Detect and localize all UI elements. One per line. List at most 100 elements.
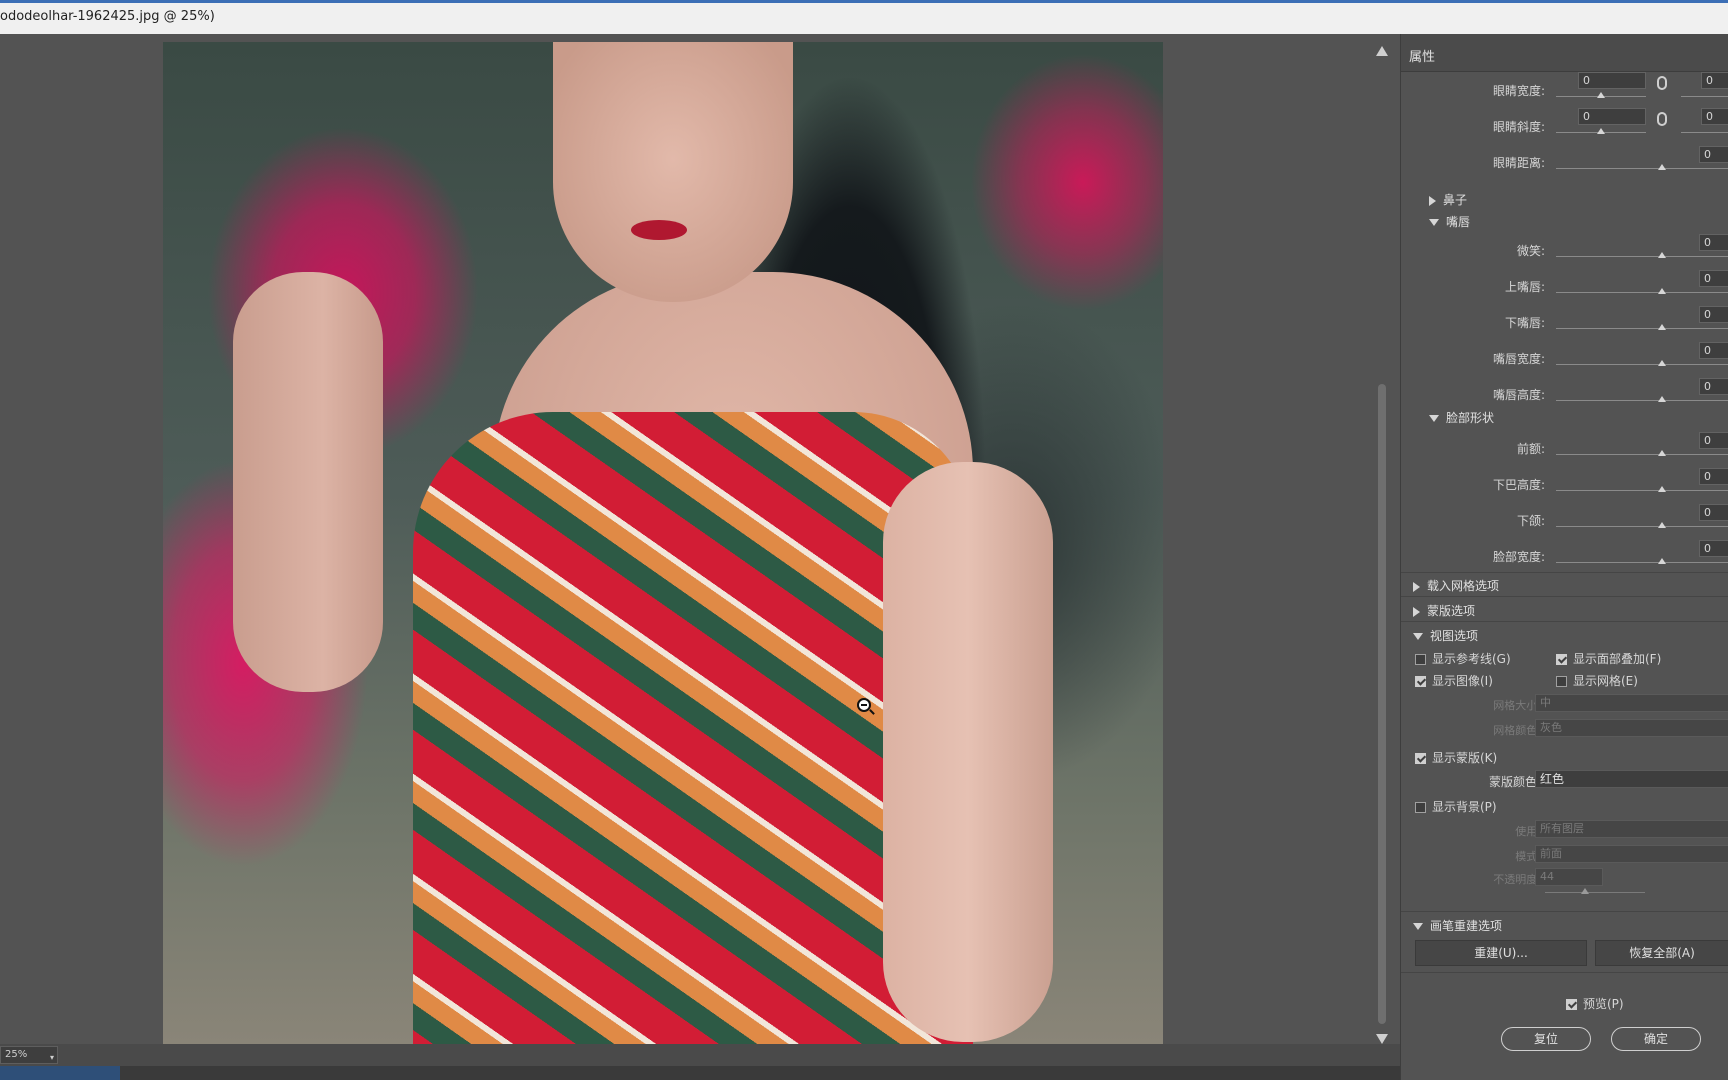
slider-thumb[interactable] [1658,450,1666,456]
slider-thumb[interactable] [1597,128,1605,134]
preview-checkbox[interactable]: 预览(P) [1566,995,1624,1012]
portrait-photo[interactable] [163,42,1163,1044]
jawline-label: 下颌: [1516,514,1545,528]
backdrop-opacity-input[interactable]: 44 [1535,868,1603,886]
eye-width-label: 眼睛宽度: [1492,84,1545,98]
mask-color-select[interactable]: 红色 [1535,770,1728,788]
show-guides-checkbox[interactable]: 显示参考线(G) [1415,650,1511,667]
show-image-checkbox[interactable]: 显示图像(I) [1415,672,1493,689]
mouth-group-toggle[interactable]: 嘴唇 [1429,213,1470,230]
photo-lowered-arm [883,462,1053,1042]
upper-lip-label: 上嘴唇: [1504,280,1545,294]
eye-tilt-left-input[interactable]: 0 [1578,108,1646,125]
mesh-color-select[interactable]: 灰色 [1535,719,1728,737]
eye-tilt-right-slider[interactable] [1681,132,1728,133]
properties-panel: 属性 眼睛宽度: 0 0 眼睛斜度: 0 0 眼睛距离: 0 鼻子 嘴唇 微笑:… [1400,34,1728,1080]
slider-thumb[interactable] [1658,360,1666,366]
zoom-level-field[interactable]: 25% ▾ [0,1046,58,1064]
checkbox-box[interactable] [1415,676,1426,687]
zoom-out-cursor-icon [857,698,871,712]
link-icon[interactable] [1657,112,1667,126]
slider-thumb[interactable] [1658,522,1666,528]
window-title: ododeolhar-1962425.jpg @ 25%) [0,9,215,24]
face-shape-group-toggle[interactable]: 脸部形状 [1429,409,1494,426]
section-divider [1401,572,1728,573]
checkbox-box[interactable] [1415,654,1426,665]
upper-lip-input[interactable]: 0 [1699,270,1728,287]
ok-button[interactable]: 确定 [1611,1027,1701,1051]
backdrop-opacity-slider[interactable] [1545,892,1645,893]
jawline-input[interactable]: 0 [1699,504,1728,521]
slider-thumb[interactable] [1658,252,1666,258]
photo-lips[interactable] [631,220,687,240]
upper-lip-slider[interactable] [1556,292,1728,293]
scroll-down-arrow-icon[interactable] [1376,1034,1388,1044]
mouth-height-input[interactable]: 0 [1699,378,1728,395]
checkbox-box[interactable] [1415,753,1426,764]
show-mesh-checkbox[interactable]: 显示网格(E) [1556,672,1638,689]
photo-face[interactable] [553,42,793,302]
eye-width-right-input[interactable]: 0 [1701,72,1728,89]
checkbox-box[interactable] [1556,676,1567,687]
eye-width-right-slider[interactable] [1681,96,1728,97]
section-divider [1401,621,1728,622]
slider-thumb[interactable] [1658,396,1666,402]
mouth-width-input[interactable]: 0 [1699,342,1728,359]
eye-tilt-right-input[interactable]: 0 [1701,108,1728,125]
forehead-slider[interactable] [1556,454,1728,455]
backdrop-mode-select[interactable]: 前面 [1535,845,1728,863]
reset-button[interactable]: 复位 [1501,1027,1591,1051]
backdrop-use-select[interactable]: 所有图层 [1535,820,1728,838]
face-width-slider[interactable] [1556,562,1728,563]
chin-height-input[interactable]: 0 [1699,468,1728,485]
chevron-down-icon[interactable]: ▾ [50,1050,54,1066]
backdrop-mode-row: 模式: 前面 [1401,845,1728,865]
jawline-slider[interactable] [1556,526,1728,527]
lower-lip-label: 下嘴唇: [1504,316,1545,330]
show-backdrop-checkbox[interactable]: 显示背景(P) [1415,798,1497,815]
slider-thumb[interactable] [1597,92,1605,98]
show-mask-label: 显示蒙版(K) [1432,751,1498,765]
mask-section-toggle[interactable]: 蒙版选项 [1413,602,1475,619]
lower-lip-input[interactable]: 0 [1699,306,1728,323]
slider-thumb[interactable] [1658,164,1666,170]
slider-thumb[interactable] [1658,558,1666,564]
smile-input[interactable]: 0 [1699,234,1728,251]
checkbox-box[interactable] [1556,654,1567,665]
scrollbar-thumb[interactable] [1378,384,1386,1024]
backdrop-opacity-label: 不透明度: [1493,873,1541,886]
eye-width-left-input[interactable]: 0 [1578,72,1646,89]
bottom-active-tab[interactable] [0,1066,120,1080]
show-mask-checkbox[interactable]: 显示蒙版(K) [1415,749,1497,766]
restore-all-button[interactable]: 恢复全部(A) [1595,940,1728,966]
mouth-width-slider[interactable] [1556,364,1728,365]
panel-scroll-area[interactable]: 眼睛宽度: 0 0 眼睛斜度: 0 0 眼睛距离: 0 鼻子 嘴唇 微笑: 0 … [1401,72,1728,1002]
link-icon[interactable] [1657,76,1667,90]
face-width-input[interactable]: 0 [1699,540,1728,557]
smile-label: 微笑: [1516,244,1545,258]
reconstruct-button[interactable]: 重建(U)... [1415,940,1587,966]
slider-thumb[interactable] [1658,288,1666,294]
checkbox-box[interactable] [1566,999,1577,1010]
show-face-overlay-checkbox[interactable]: 显示面部叠加(F) [1556,650,1661,667]
slider-thumb[interactable] [1581,888,1589,894]
canvas-vertical-scrollbar[interactable] [1375,44,1389,1044]
load-mesh-section-toggle[interactable]: 载入网格选项 [1413,577,1499,594]
section-divider [1401,911,1728,912]
smile-slider[interactable] [1556,256,1728,257]
eye-distance-slider[interactable] [1556,168,1728,169]
forehead-input[interactable]: 0 [1699,432,1728,449]
mouth-height-slider[interactable] [1556,400,1728,401]
slider-thumb[interactable] [1658,486,1666,492]
eye-distance-input[interactable]: 0 [1699,146,1728,163]
lower-lip-slider[interactable] [1556,328,1728,329]
checkbox-box[interactable] [1415,802,1426,813]
view-section-toggle[interactable]: 视图选项 [1413,627,1478,644]
mesh-size-select[interactable]: 中 [1535,694,1728,712]
nose-group-toggle[interactable]: 鼻子 [1429,191,1467,208]
slider-thumb[interactable] [1658,324,1666,330]
chin-height-slider[interactable] [1556,490,1728,491]
brush-section-toggle[interactable]: 画笔重建选项 [1413,917,1502,934]
canvas-area[interactable]: 25% ▾ [0,34,1400,1080]
scroll-up-arrow-icon[interactable] [1376,46,1388,56]
